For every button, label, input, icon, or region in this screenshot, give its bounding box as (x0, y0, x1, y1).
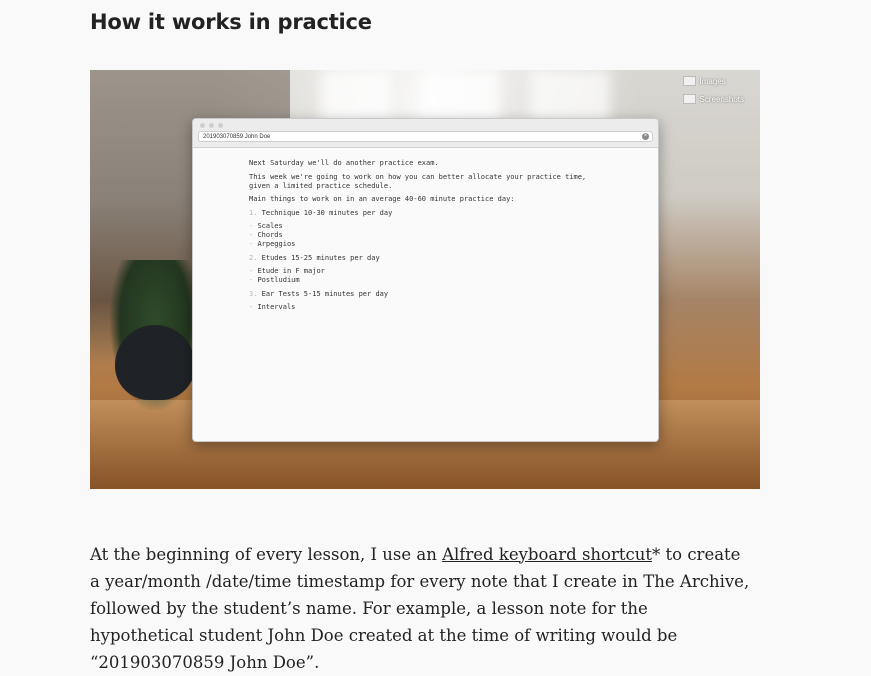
line-text: Next Saturday we'll do another practice … (249, 159, 439, 167)
line-text: This week we're going to work on how you… (249, 172, 587, 181)
line-text: Arpeggios (257, 240, 296, 248)
image-file-icon (682, 76, 696, 86)
numbered-list-item: 1. Technique 10-30 minutes per day (249, 209, 648, 218)
numbered-list-item: 3. Ear Tests 5-15 minutes per day (249, 290, 648, 299)
line-text: Chords (257, 231, 283, 239)
note-editor[interactable]: Next Saturday we'll do another practice … (249, 159, 648, 312)
alfred-shortcut-link[interactable]: Alfred keyboard shortcut (442, 545, 652, 564)
close-window-button[interactable] (200, 123, 205, 128)
desktop-icons: Images Screenshots (682, 76, 744, 112)
line-text: Main things to work on in an average 40-… (249, 195, 515, 203)
bullet-list-item: - Etude in F major (249, 267, 648, 276)
line-text: Etude in F major (257, 267, 325, 275)
line-text: Etudes 15-25 minutes per day (261, 253, 380, 262)
omnibar-search-input[interactable]: 201903070859 John Doe × (198, 131, 653, 142)
zoom-window-button[interactable] (218, 123, 223, 128)
line-text: Scales (257, 222, 283, 230)
note-text-line: This week we're going to work on how you… (249, 173, 648, 182)
note-text-line: Next Saturday we'll do another practice … (249, 159, 648, 168)
window-controls (200, 123, 223, 128)
list-number: 1. (249, 208, 258, 217)
line-text: Ear Tests 5-15 minutes per day (261, 289, 389, 298)
bullet-list-item: - Chords (249, 231, 648, 240)
bullet-list-item: - Arpeggios (249, 240, 648, 249)
bullet-list-item: - Postludium (249, 276, 648, 285)
line-text: Intervals (257, 303, 296, 311)
list-number: 3. (249, 289, 258, 298)
numbered-list-item: 2. Etudes 15-25 minutes per day (249, 254, 648, 263)
window-titlebar: 201903070859 John Doe × (193, 119, 658, 148)
note-text-line: given a limited practice schedule. (249, 182, 648, 191)
plant-pot (115, 325, 195, 400)
line-text: given a limited practice schedule. (249, 181, 393, 190)
bullet-list-item: - Intervals (249, 303, 648, 312)
desktop-icon-screenshots[interactable]: Screenshots (682, 94, 744, 104)
line-text: Technique 10-30 minutes per day (261, 208, 393, 217)
section-heading: How it works in practice (90, 10, 372, 34)
body-paragraph: At the beginning of every lesson, I use … (90, 541, 755, 676)
desktop-icon-label: Screenshots (699, 94, 744, 104)
desktop-icon-label: Images (699, 76, 726, 86)
line-text: Postludium (257, 276, 300, 284)
desktop-icon-images[interactable]: Images (682, 76, 744, 86)
list-number: 2. (249, 253, 258, 262)
hero-screenshot-image: Images Screenshots 201903070859 John Doe… (90, 70, 760, 489)
body-text-start: At the beginning of every lesson, I use … (90, 544, 443, 564)
minimize-window-button[interactable] (209, 123, 214, 128)
screenshot-folder-icon (682, 94, 696, 104)
search-input-value: 201903070859 John Doe (203, 134, 271, 140)
note-text-line: Main things to work on in an average 40-… (249, 195, 648, 204)
bullet-list-item: - Scales (249, 222, 648, 231)
clear-search-icon[interactable]: × (642, 133, 649, 140)
archive-app-window: 201903070859 John Doe × Next Saturday we… (192, 118, 659, 442)
